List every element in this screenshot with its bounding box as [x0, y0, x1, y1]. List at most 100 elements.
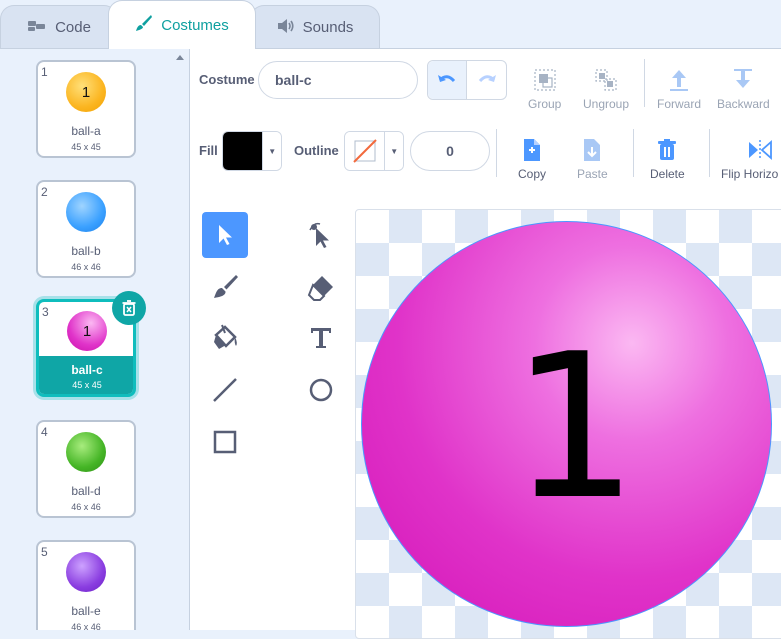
costume-name: ball-e: [71, 604, 101, 618]
costume-size: 45 x 45: [71, 142, 101, 152]
costume-name: ball-a: [71, 124, 101, 138]
costume-thumbnail: 1: [66, 72, 106, 112]
backward-icon: [734, 69, 753, 88]
tab-label: Sounds: [302, 19, 354, 36]
delete-label: Delete: [650, 167, 685, 181]
costume-thumbnail: [66, 552, 106, 592]
text-tool[interactable]: [298, 315, 344, 361]
brush-icon: [214, 275, 238, 298]
costume-size: 45 x 45: [72, 380, 102, 390]
thumbnail-number: 1: [82, 322, 92, 340]
forward-button[interactable]: Forward: [657, 67, 701, 111]
thumbnail-number: 1: [81, 83, 91, 101]
ungroup-button[interactable]: Ungroup: [583, 67, 629, 111]
paint-bucket-icon: [214, 324, 237, 349]
costume-list[interactable]: 1 1 ball-a 45 x 45 2 ball-b 46 x 46 3 1 …: [0, 48, 190, 630]
group-button[interactable]: Group: [528, 67, 561, 111]
costume-ball-shape[interactable]: 1: [361, 221, 772, 627]
costume-thumbnail: [66, 192, 106, 232]
fill-label: Fill: [199, 143, 218, 158]
costume-size: 46 x 46: [71, 262, 101, 272]
tab-costumes[interactable]: Costumes: [108, 0, 256, 49]
costume-name: ball-d: [71, 484, 101, 498]
outline-color-picker[interactable]: ▼: [344, 131, 404, 171]
tab-sounds[interactable]: Sounds: [250, 5, 380, 49]
rectangle-tool[interactable]: [202, 419, 248, 465]
trash-icon: [658, 139, 677, 160]
backward-label: Backward: [717, 97, 770, 111]
no-color-icon: [352, 139, 377, 163]
tab-label: Costumes: [161, 16, 229, 34]
paste-label: Paste: [577, 167, 608, 181]
redo-button[interactable]: [467, 61, 506, 99]
scroll-up-icon[interactable]: [176, 55, 184, 60]
chevron-down-icon: ▼: [262, 132, 281, 170]
costume-index: 5: [41, 545, 48, 559]
costume-item-ball-a[interactable]: 1 1 ball-a 45 x 45: [36, 60, 136, 158]
backward-button[interactable]: Backward: [717, 67, 770, 111]
delete-button[interactable]: Delete: [650, 137, 685, 181]
undo-button[interactable]: [428, 61, 468, 99]
rectangle-icon: [213, 430, 237, 454]
code-icon: [27, 19, 47, 37]
ungroup-icon: [595, 69, 617, 91]
brush-tool[interactable]: [202, 264, 248, 310]
chevron-down-icon: ▼: [384, 132, 403, 170]
costume-name: ball-b: [71, 244, 101, 258]
costume-thumbnail: [66, 432, 106, 472]
costume-list-scrollbar[interactable]: [172, 49, 189, 630]
paint-canvas[interactable]: 1: [355, 209, 781, 639]
group-icon: [534, 69, 556, 91]
copy-label: Copy: [518, 167, 547, 181]
delete-costume-button[interactable]: [112, 291, 146, 325]
costume-index: 3: [42, 305, 49, 319]
outline-none-swatch: [345, 132, 385, 170]
divider: [709, 129, 710, 177]
costume-name: ball-c: [71, 363, 103, 377]
speaker-icon: [277, 18, 295, 38]
paste-button[interactable]: Paste: [577, 137, 608, 181]
costume-name-label: Costume: [199, 72, 255, 87]
undo-redo-group: [427, 60, 507, 100]
flip-horizontal-label: Flip Horizo: [721, 167, 779, 181]
flip-horizontal-button[interactable]: Flip Horizo: [721, 137, 778, 181]
tab-code[interactable]: Code: [0, 5, 118, 49]
ball-number-text[interactable]: 1: [511, 311, 638, 544]
group-label: Group: [528, 97, 562, 111]
costume-index: 2: [41, 185, 48, 199]
circle-icon: [309, 378, 333, 402]
divider: [496, 129, 497, 177]
fill-color-picker[interactable]: ▼: [222, 131, 282, 171]
flip-horizontal-icon: [749, 139, 772, 161]
forward-label: Forward: [657, 97, 702, 111]
line-tool[interactable]: [202, 367, 248, 413]
divider: [633, 129, 634, 177]
divider: [644, 59, 645, 107]
eraser-icon: [307, 276, 333, 301]
brush-icon: [135, 14, 153, 36]
forward-icon: [670, 70, 688, 91]
fill-tool[interactable]: [202, 315, 248, 361]
costume-item-ball-d[interactable]: 4 ball-d 46 x 46: [36, 420, 136, 518]
trash-icon: [122, 300, 136, 316]
select-tool[interactable]: [202, 212, 248, 258]
costume-thumbnail: 1: [67, 311, 107, 351]
eraser-tool[interactable]: [298, 264, 344, 310]
costume-size: 46 x 46: [71, 622, 101, 630]
arrow-cursor-icon: [219, 225, 232, 245]
text-t-icon: [311, 328, 331, 348]
circle-tool[interactable]: [298, 367, 344, 413]
paste-icon: [584, 139, 601, 161]
line-icon: [213, 378, 237, 402]
costume-item-ball-b[interactable]: 2 ball-b 46 x 46: [36, 180, 136, 278]
redo-icon: [478, 75, 496, 83]
outline-width-input[interactable]: 0: [410, 131, 490, 171]
outline-label: Outline: [294, 143, 339, 158]
fill-color-swatch: [223, 132, 263, 170]
copy-button[interactable]: Copy: [518, 137, 546, 181]
costume-item-ball-e[interactable]: 5 ball-e 46 x 46: [36, 540, 136, 630]
reshape-tool[interactable]: [298, 212, 344, 258]
costume-index: 1: [41, 65, 48, 79]
costume-name-input[interactable]: ball-c: [258, 61, 418, 99]
reshape-icon: [309, 222, 329, 248]
